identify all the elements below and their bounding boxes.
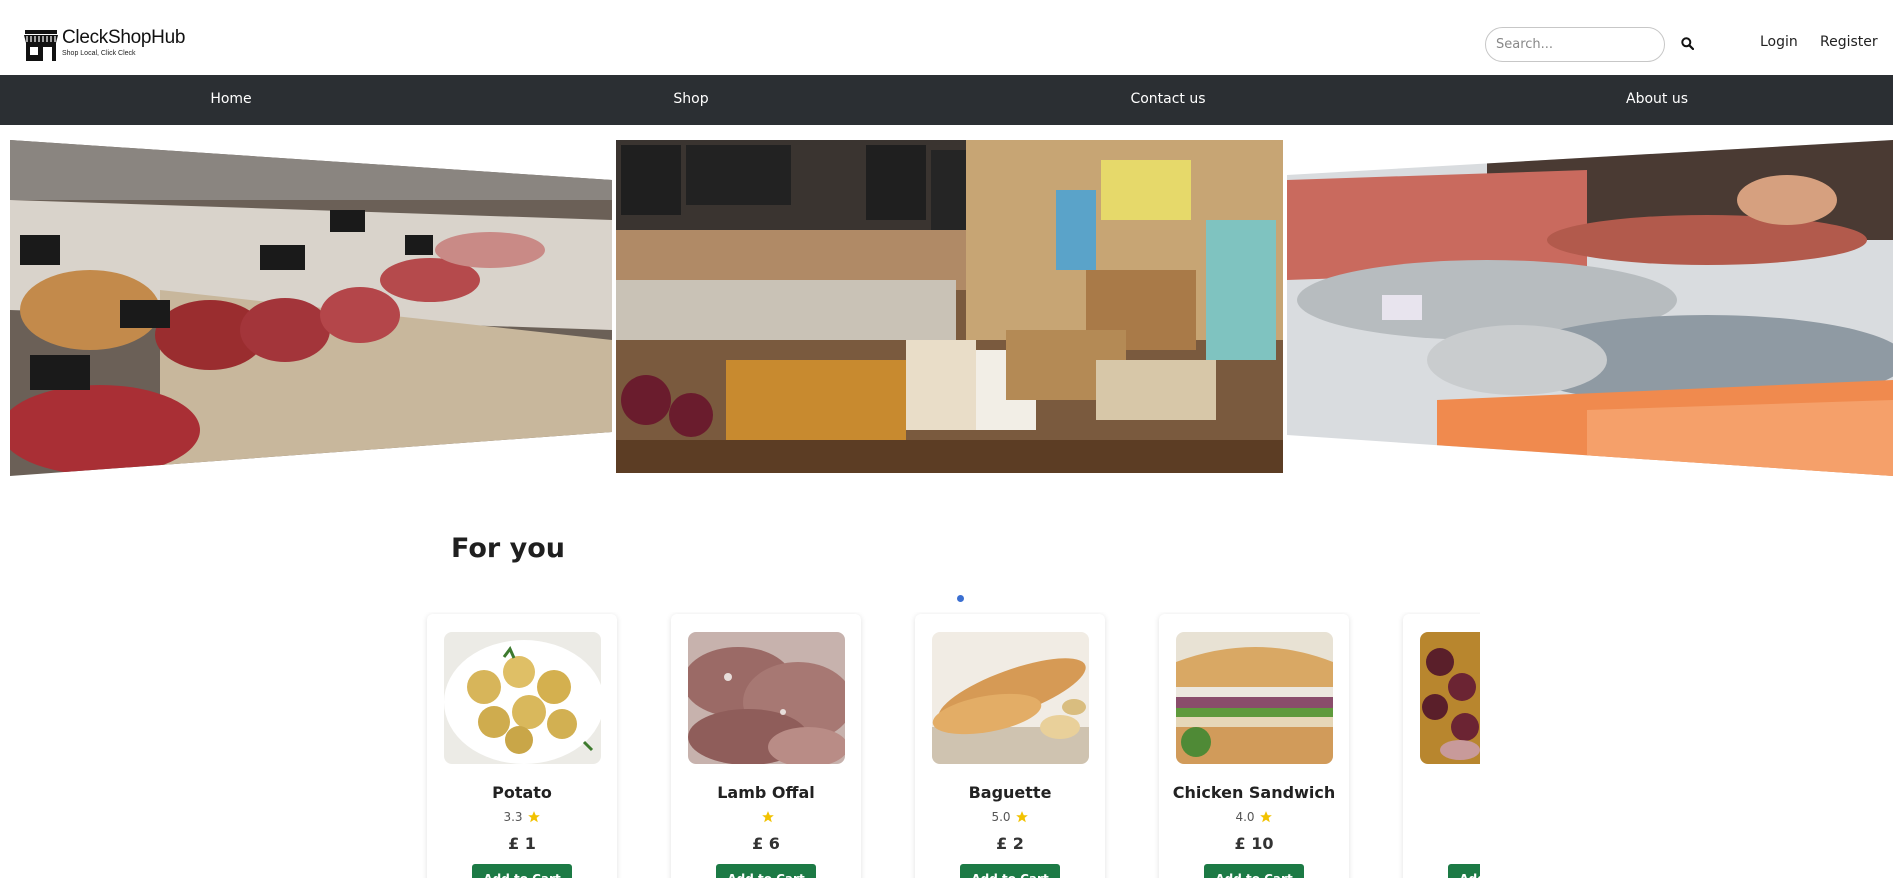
search-icon[interactable] — [1678, 33, 1696, 53]
product-rating: 3.3 — [427, 810, 617, 824]
nav-item-home[interactable]: Home — [210, 91, 251, 107]
login-link[interactable]: Login — [1760, 34, 1798, 50]
fish-counter-image[interactable] — [1287, 140, 1893, 476]
product-name[interactable]: Potato — [427, 783, 617, 802]
product-image-baguette[interactable] — [932, 632, 1089, 764]
for-you-heading: For you — [451, 533, 565, 564]
deli-shop-interior-image[interactable] — [616, 140, 1283, 473]
site-header: CleckShopHub Shop Local, Click Cleck Log… — [0, 0, 1893, 75]
product-price: £ 10 — [1234, 834, 1274, 853]
hero-carousel — [0, 140, 1893, 602]
brand-name: CleckShopHub — [62, 27, 186, 48]
register-link[interactable]: Register — [1820, 34, 1878, 50]
product-carousel: Potato 3.3 £ 1 Add to Cart Lamb Offal £ — [420, 612, 1480, 878]
add-to-cart-button[interactable]: Add to Cart — [1448, 864, 1480, 878]
star-icon — [1015, 811, 1028, 823]
product-name[interactable]: Lamb Offal — [671, 783, 861, 802]
add-to-cart-button[interactable]: Add to Cart — [716, 864, 816, 878]
product-card[interactable]: Lamb Offal £ 6 Add to Cart — [671, 614, 861, 878]
product-image-lamb-offal[interactable] — [688, 632, 845, 764]
product-card[interactable]: Chicken Sandwich 4.0 £ 10 Add to Cart — [1159, 614, 1349, 878]
rating-value: 3.3 — [503, 810, 523, 824]
search-input[interactable] — [1486, 28, 1664, 61]
rating-value: 5.0 — [991, 810, 1011, 824]
product-price: £ 1 — [508, 834, 536, 853]
product-rating: 4.0 — [1159, 810, 1349, 824]
carousel-indicator[interactable] — [957, 595, 964, 602]
product-image[interactable] — [1420, 632, 1480, 764]
product-card[interactable]: Baguette 5.0 £ 2 Add to Cart — [915, 614, 1105, 878]
storefront-icon — [23, 28, 59, 62]
search-box — [1485, 27, 1665, 62]
product-rating — [671, 810, 861, 824]
product-card[interactable]: Potato 3.3 £ 1 Add to Cart — [427, 614, 617, 878]
product-rating: 5.0 — [915, 810, 1105, 824]
star-icon — [762, 811, 774, 823]
product-image-potato[interactable] — [444, 632, 601, 764]
nav-item-about[interactable]: About us — [1626, 91, 1688, 107]
star-icon — [527, 811, 540, 823]
nav-item-contact[interactable]: Contact us — [1130, 91, 1205, 107]
main-nav: Home Shop Contact us About us — [0, 75, 1893, 125]
add-to-cart-button[interactable]: Add to Cart — [472, 864, 572, 878]
nav-item-shop[interactable]: Shop — [673, 91, 708, 107]
product-name[interactable]: Baguette — [915, 783, 1105, 802]
product-name[interactable]: Chicken Sandwich — [1159, 783, 1349, 802]
product-price: £ 6 — [752, 834, 780, 853]
rating-value: 4.0 — [1235, 810, 1255, 824]
product-card[interactable]: Add to Cart — [1403, 614, 1480, 878]
butcher-counter-image[interactable] — [10, 140, 612, 476]
product-price: £ 2 — [996, 834, 1024, 853]
brand-logo[interactable]: CleckShopHub Shop Local, Click Cleck — [23, 28, 185, 62]
add-to-cart-button[interactable]: Add to Cart — [1204, 864, 1304, 878]
brand-tagline: Shop Local, Click Cleck — [62, 50, 136, 57]
product-image-chicken-sandwich[interactable] — [1176, 632, 1333, 764]
star-icon — [1259, 811, 1272, 823]
add-to-cart-button[interactable]: Add to Cart — [960, 864, 1060, 878]
